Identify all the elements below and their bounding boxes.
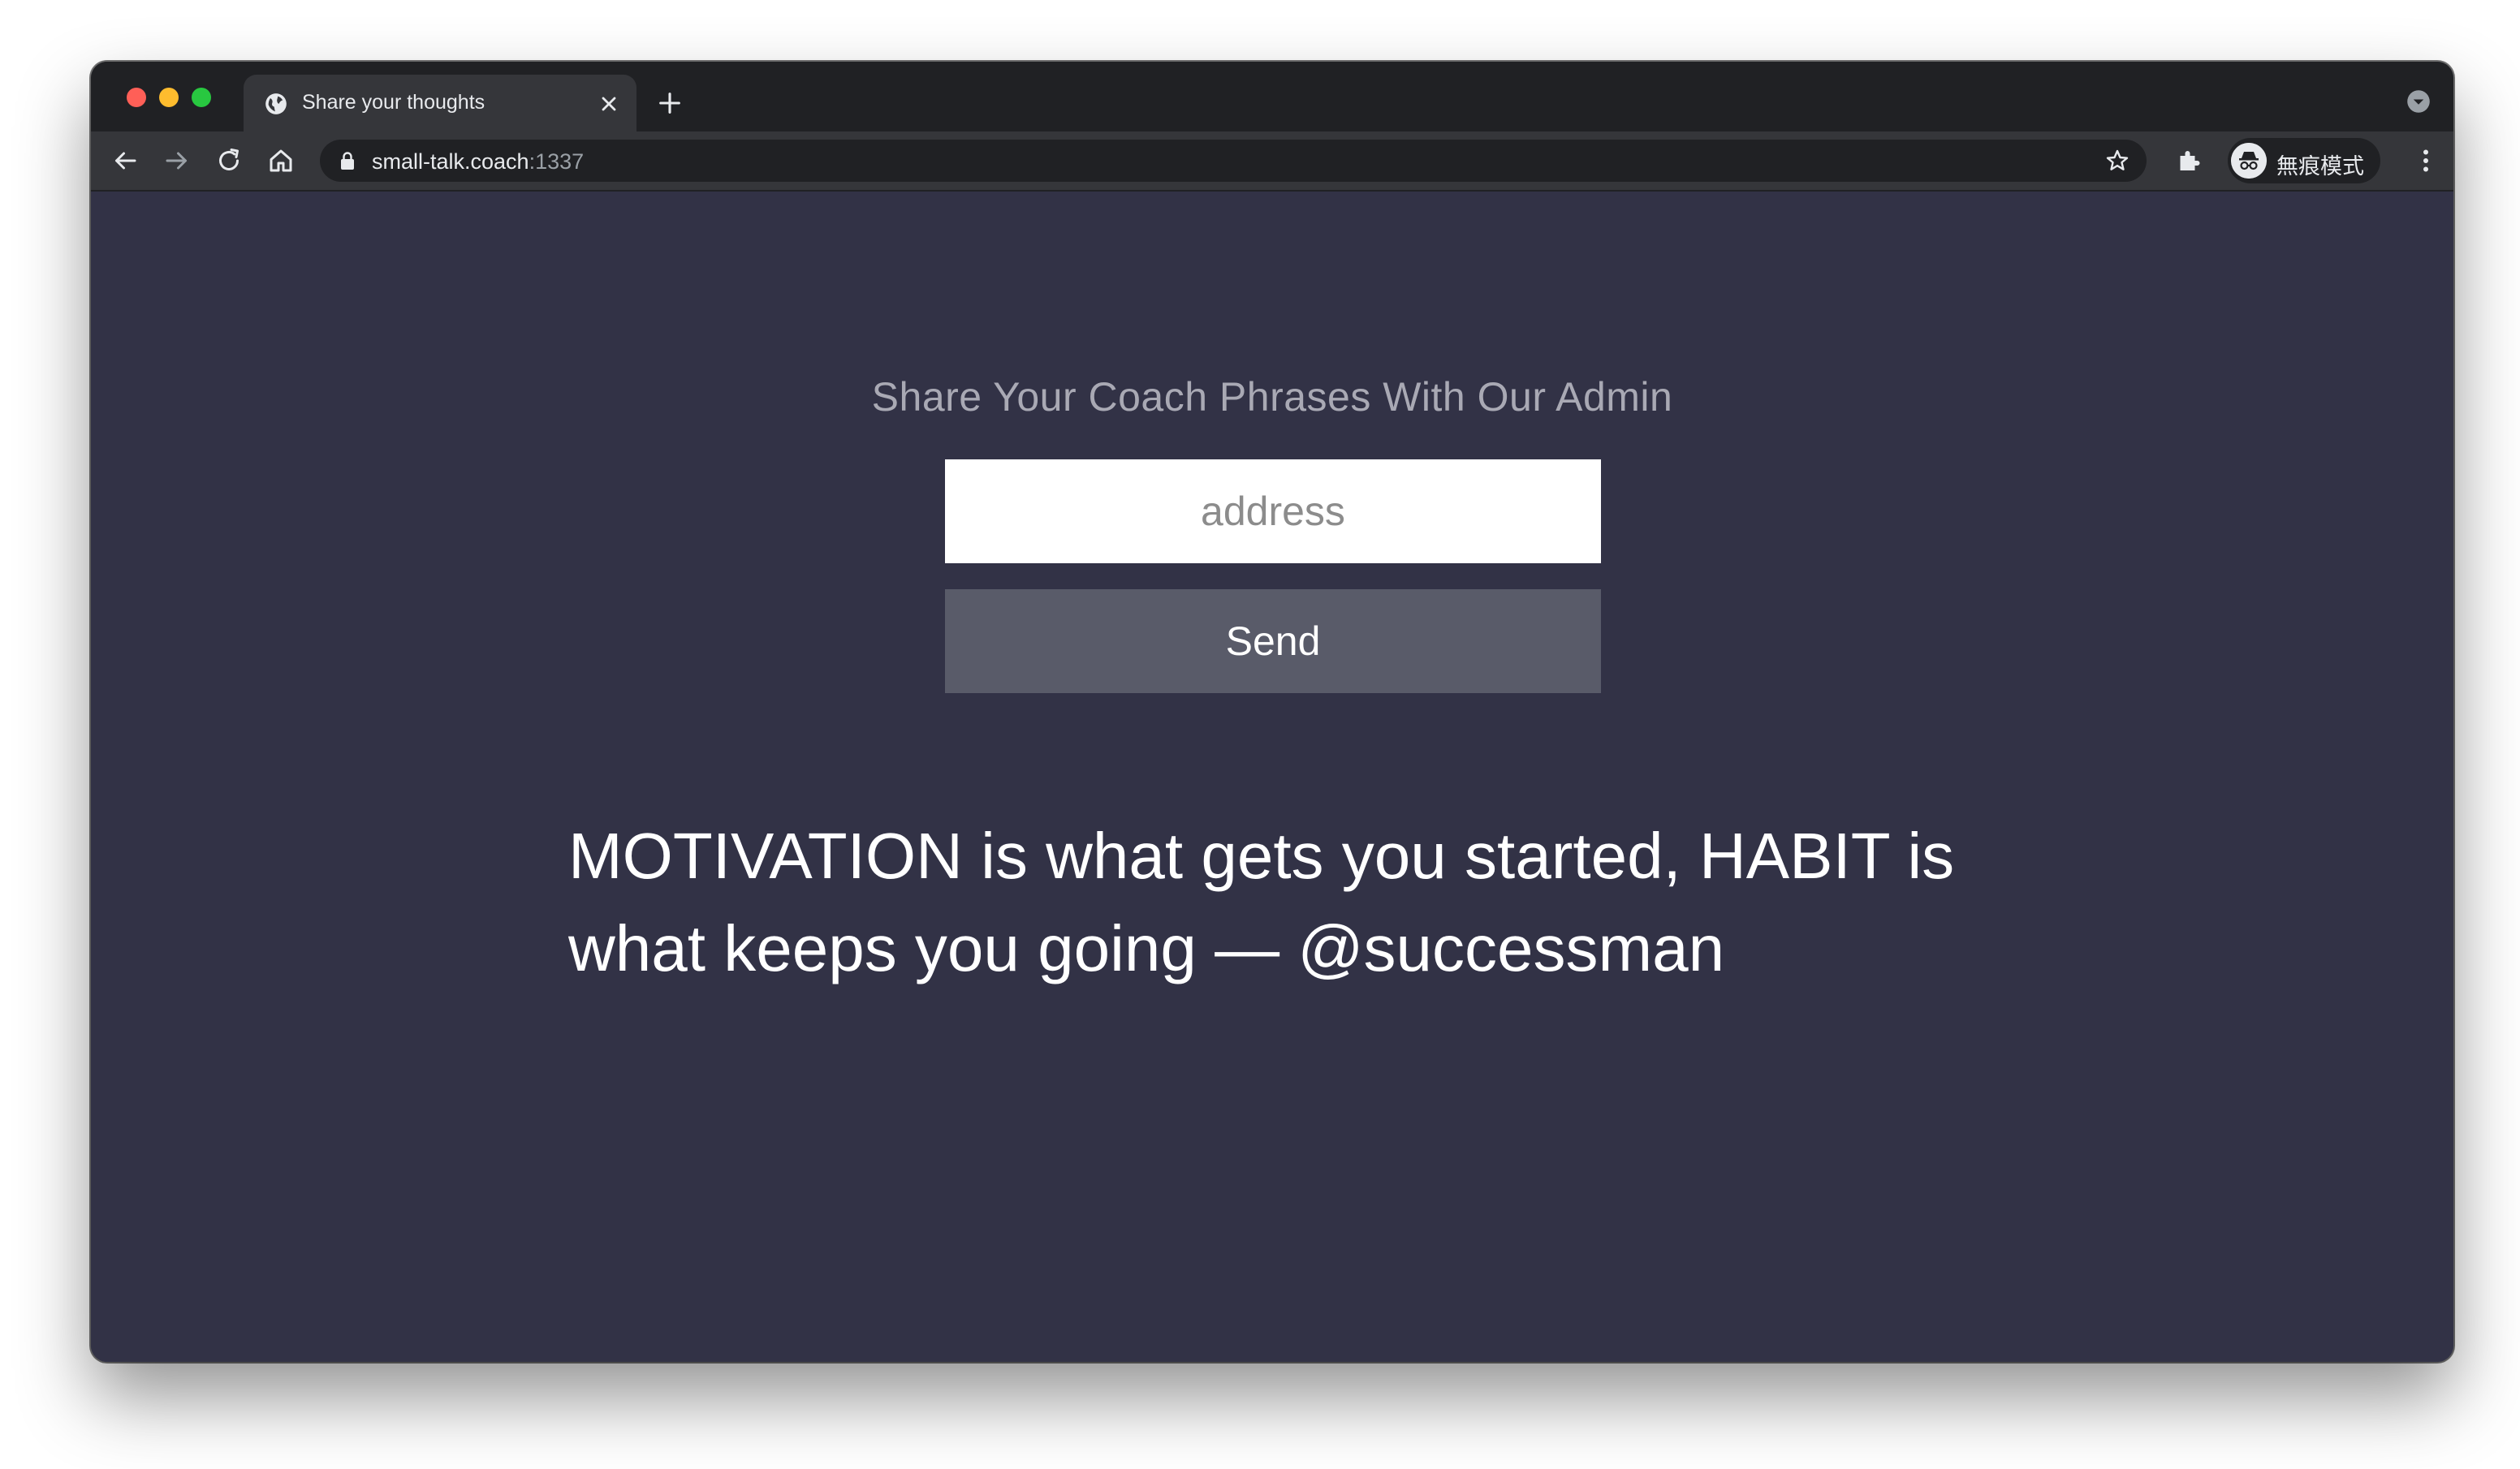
extensions-puzzle-icon[interactable] <box>2174 146 2203 175</box>
globe-icon <box>265 93 287 114</box>
new-tab-icon[interactable] <box>656 89 684 117</box>
home-icon[interactable] <box>266 146 296 175</box>
browser-window: Share your thoughts small-talk.coach:133… <box>91 62 2453 1362</box>
address-input[interactable] <box>945 459 1601 563</box>
tab-strip: Share your thoughts <box>91 62 2453 131</box>
browser-toolbar: small-talk.coach:1337 無痕模式 <box>91 131 2453 192</box>
send-button[interactable]: Send <box>945 589 1601 693</box>
coach-quote: MOTIVATION is what gets you started, HAB… <box>568 820 1955 984</box>
maximize-window-button[interactable] <box>192 88 211 107</box>
bookmark-star-icon[interactable] <box>2104 148 2130 174</box>
close-window-button[interactable] <box>127 88 146 107</box>
incognito-label: 無痕模式 <box>2276 154 2364 179</box>
tab-search-icon[interactable] <box>2406 89 2431 114</box>
tab-share-your-thoughts[interactable]: Share your thoughts <box>244 75 636 131</box>
more-menu-icon[interactable] <box>2411 146 2440 175</box>
page-content: Share Your Coach Phrases With Our Admin … <box>91 192 2453 1362</box>
back-arrow-icon[interactable] <box>110 146 140 175</box>
forward-arrow-icon[interactable] <box>162 146 192 175</box>
incognito-profile-button[interactable]: 無痕模式 <box>2228 138 2380 183</box>
page-heading: Share Your Coach Phrases With Our Admin <box>871 374 1673 420</box>
reload-icon[interactable] <box>214 146 244 175</box>
close-icon[interactable] <box>598 93 620 115</box>
address-bar[interactable]: small-talk.coach:1337 <box>320 140 2147 182</box>
minimize-window-button[interactable] <box>159 88 179 107</box>
url-host: small-talk.coach <box>372 149 529 174</box>
url-text: small-talk.coach:1337 <box>372 149 584 174</box>
incognito-icon <box>2231 143 2267 179</box>
tab-title: Share your thoughts <box>302 91 485 114</box>
url-port: :1337 <box>529 149 585 174</box>
lock-icon[interactable] <box>339 151 356 170</box>
